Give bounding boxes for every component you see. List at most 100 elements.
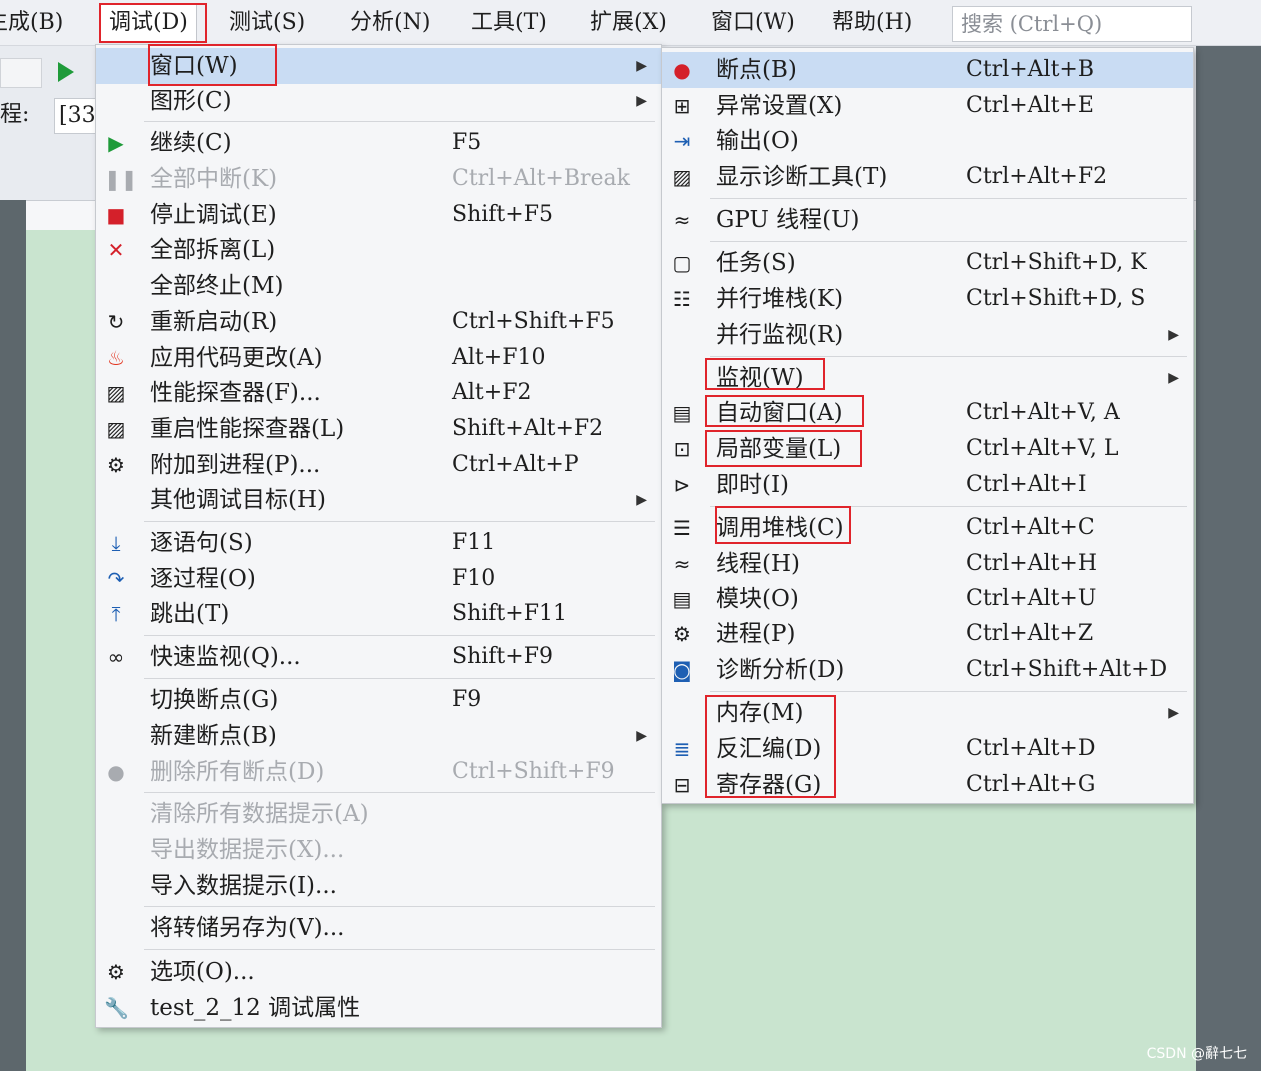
menu-item-label: 删除所有断点(D): [150, 759, 325, 785]
flame-icon: ♨: [107, 346, 125, 370]
submenu-item-immediate[interactable]: ⊳ 即时(I) Ctrl+Alt+I: [662, 467, 1193, 503]
parallel-stacks-icon: ☷: [673, 287, 691, 311]
menu-item-shortcut: Ctrl+Alt+Break: [452, 166, 631, 191]
menu-item-break-all[interactable]: ❚❚ 全部中断(K) Ctrl+Alt+Break: [96, 161, 661, 197]
menu-item-shortcut: Ctrl+Alt+D: [966, 736, 1096, 761]
menu-tools[interactable]: 工具(T): [471, 9, 547, 37]
menu-item-export-datatips[interactable]: 导出数据提示(X)...: [96, 832, 661, 868]
submenu-item-modules[interactable]: ▤ 模块(O) Ctrl+Alt+U: [662, 581, 1193, 617]
glasses-icon: ∞: [107, 645, 125, 669]
menu-item-label: 性能探查器(F)...: [150, 380, 321, 406]
menu-item-other-debug-targets[interactable]: 其他调试目标(H) ▶: [96, 482, 661, 518]
submenu-item-gpu-threads[interactable]: ≈ GPU 线程(U): [662, 202, 1193, 238]
left-panel: [0, 200, 26, 1071]
call-stack-icon: ☰: [673, 516, 691, 540]
right-panel: [1196, 44, 1261, 1071]
menu-item-detach-all[interactable]: ✕ 全部拆离(L): [96, 232, 661, 268]
menu-item-label: 并行堆栈(K): [716, 286, 844, 312]
menu-analyze[interactable]: 分析(N): [350, 9, 430, 37]
menu-separator: [710, 356, 1187, 357]
menu-item-step-over[interactable]: ↷ 逐过程(O) F10: [96, 561, 661, 597]
menu-item-shortcut: Ctrl+Shift+D, S: [966, 286, 1146, 311]
menu-item-graphics[interactable]: 图形(C) ▶: [96, 83, 661, 119]
menu-item-stop-debugging[interactable]: ■ 停止调试(E) Shift+F5: [96, 197, 661, 233]
menu-item-options[interactable]: ⚙ 选项(O)...: [96, 954, 661, 990]
menu-item-shortcut: Alt+F10: [452, 345, 546, 370]
menu-item-shortcut: F11: [452, 530, 496, 555]
annotation-window-item: [148, 44, 277, 86]
threads-icon: ≈: [673, 208, 691, 232]
menu-separator: [144, 678, 655, 679]
menu-item-label: 其他调试目标(H): [150, 487, 327, 513]
menu-separator: [710, 241, 1187, 242]
menu-item-label: 模块(O): [716, 586, 799, 612]
menu-item-attach-to-process[interactable]: ⚙ 附加到进程(P)... Ctrl+Alt+P: [96, 447, 661, 483]
submenu-item-processes[interactable]: ⚙ 进程(P) Ctrl+Alt+Z: [662, 616, 1193, 652]
menu-help[interactable]: 帮助(H): [832, 9, 912, 37]
menu-item-relaunch-profiler[interactable]: ▨ 重启性能探查器(L) Shift+Alt+F2: [96, 411, 661, 447]
submenu-item-breakpoints[interactable]: ● 断点(B) Ctrl+Alt+B: [662, 52, 1193, 88]
menu-item-apply-code-changes[interactable]: ♨ 应用代码更改(A) Alt+F10: [96, 340, 661, 376]
annotation-autos: [705, 395, 864, 427]
modules-icon: ▤: [672, 587, 692, 611]
menu-window[interactable]: 窗口(W): [711, 9, 795, 37]
menu-item-shortcut: Ctrl+Alt+P: [452, 452, 579, 477]
menu-item-shortcut: F10: [452, 566, 496, 591]
menu-item-delete-all-breakpoints[interactable]: ● 删除所有断点(D) Ctrl+Shift+F9: [96, 754, 661, 790]
menu-item-label: 并行监视(R): [716, 322, 844, 348]
submenu-item-parallel-stacks[interactable]: ☷ 并行堆栈(K) Ctrl+Shift+D, S: [662, 281, 1193, 317]
menu-item-terminate-all[interactable]: 全部终止(M): [96, 268, 661, 304]
gears-icon: ⚙: [673, 622, 691, 646]
menu-item-label: 新建断点(B): [150, 723, 277, 749]
gears-icon: ⚙: [107, 453, 125, 477]
menu-item-step-into[interactable]: ⤓ 逐语句(S) F11: [96, 525, 661, 561]
start-debug-icon[interactable]: [58, 62, 74, 82]
menu-item-profiler[interactable]: ▨ 性能探查器(F)... Alt+F2: [96, 375, 661, 411]
submenu-arrow-icon: ▶: [1168, 705, 1179, 721]
menu-build[interactable]: 生成(B): [0, 9, 63, 37]
menu-item-clear-datatips[interactable]: 清除所有数据提示(A): [96, 796, 661, 832]
search-input[interactable]: 搜索 (Ctrl+Q): [952, 6, 1192, 42]
menu-item-import-datatips[interactable]: 导入数据提示(I)...: [96, 868, 661, 904]
menu-item-debug-properties[interactable]: 🔧 test_2_12 调试属性: [96, 990, 661, 1026]
menu-item-new-breakpoint[interactable]: 新建断点(B) ▶: [96, 718, 661, 754]
submenu-item-diagnostic-tools[interactable]: ▨ 显示诊断工具(T) Ctrl+Alt+F2: [662, 159, 1193, 195]
menu-item-label: 应用代码更改(A): [150, 345, 323, 371]
menu-item-label: 选项(O)...: [150, 959, 255, 985]
submenu-item-parallel-watch[interactable]: 并行监视(R) ▶: [662, 317, 1193, 353]
watermark: CSDN @辭七七: [1146, 1046, 1247, 1062]
menu-item-continue[interactable]: ▶ 继续(C) F5: [96, 125, 661, 161]
submenu-arrow-icon: ▶: [636, 58, 647, 74]
menu-separator: [144, 521, 655, 522]
menu-item-quick-watch[interactable]: ∞ 快速监视(Q)... Shift+F9: [96, 639, 661, 675]
menu-item-shortcut: Shift+F5: [452, 202, 553, 227]
autos-icon: ▤: [672, 401, 692, 425]
debug-menu: 窗口(W) ▶ 图形(C) ▶ ▶ 继续(C) F5 ❚❚ 全部中断(K) Ct…: [95, 44, 662, 1028]
menu-item-label: 导入数据提示(I)...: [150, 873, 337, 899]
menu-separator: [144, 906, 655, 907]
menu-item-label: 快速监视(Q)...: [150, 644, 301, 670]
step-over-icon: ↷: [107, 567, 125, 591]
config-dropdown[interactable]: [0, 58, 42, 88]
menu-extensions[interactable]: 扩展(X): [590, 9, 667, 37]
menu-item-toggle-breakpoint[interactable]: 切换断点(G) F9: [96, 682, 661, 718]
submenu-item-diagnostic-analysis[interactable]: ◙ 诊断分析(D) Ctrl+Shift+Alt+D: [662, 652, 1193, 688]
process-field[interactable]: [33: [54, 98, 98, 134]
menu-item-shortcut: Ctrl+Shift+D, K: [966, 250, 1147, 275]
menu-item-label: 全部终止(M): [150, 273, 284, 299]
menu-item-restart[interactable]: ↻ 重新启动(R) Ctrl+Shift+F5: [96, 304, 661, 340]
menu-item-shortcut: Ctrl+Alt+E: [966, 93, 1094, 118]
submenu-item-exception-settings[interactable]: ⊞ 异常设置(X) Ctrl+Alt+E: [662, 88, 1193, 124]
submenu-item-threads[interactable]: ≈ 线程(H) Ctrl+Alt+H: [662, 546, 1193, 582]
menu-item-save-dump[interactable]: 将转储另存为(V)...: [96, 910, 661, 946]
menu-test[interactable]: 测试(S): [229, 9, 305, 37]
submenu-item-tasks[interactable]: ▢ 任务(S) Ctrl+Shift+D, K: [662, 245, 1193, 281]
annotation-memory-group: [705, 695, 836, 798]
submenu-item-output[interactable]: ⇥ 输出(O): [662, 123, 1193, 159]
registers-icon: ⊟: [673, 773, 691, 797]
menu-item-label: 图形(C): [150, 88, 232, 114]
delete-breakpoints-icon: ●: [107, 760, 125, 784]
menu-item-step-out[interactable]: ⤒ 跳出(T) Shift+F11: [96, 596, 661, 632]
menu-item-shortcut: Ctrl+Alt+B: [966, 57, 1095, 82]
stop-icon: ■: [106, 203, 126, 227]
